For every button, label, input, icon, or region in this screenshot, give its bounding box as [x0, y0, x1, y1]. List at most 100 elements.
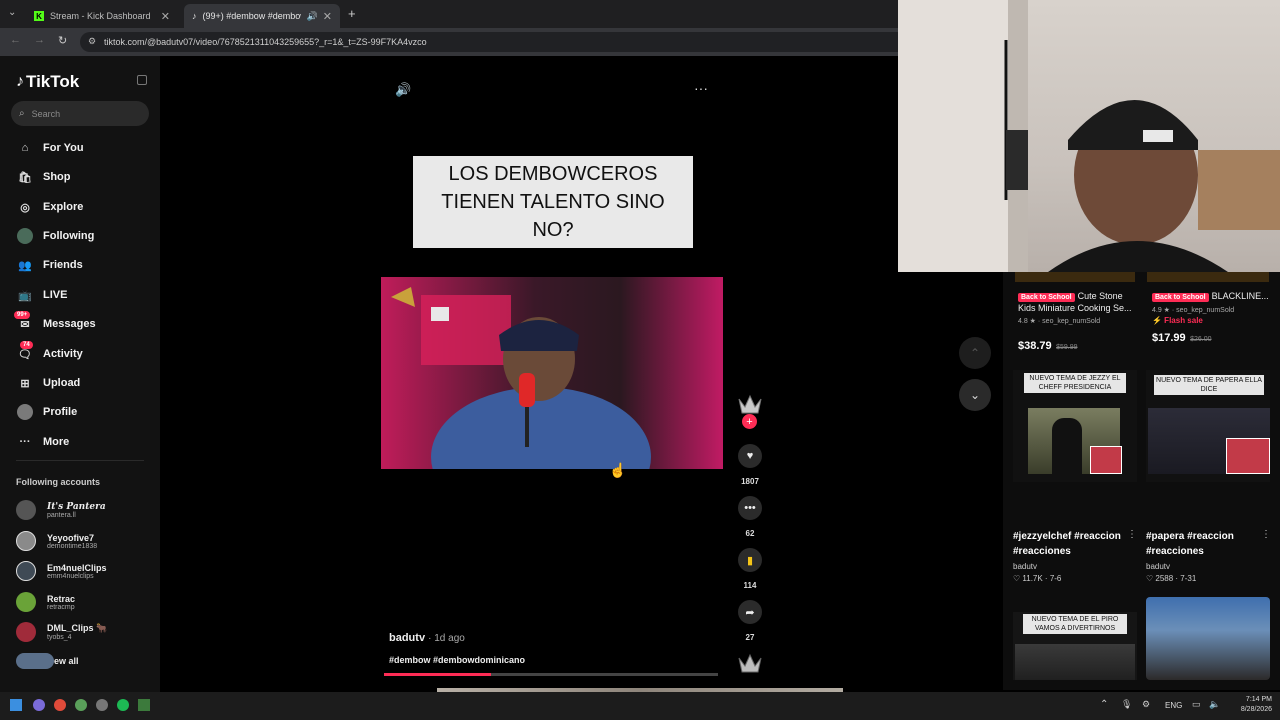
- tab-audio-icon[interactable]: 🔊: [307, 11, 318, 22]
- windows-start-icon[interactable]: [10, 699, 22, 711]
- clock[interactable]: 7:14 PM 8/28/2026: [1228, 695, 1272, 715]
- following-accounts-title: Following accounts: [16, 477, 101, 487]
- chrome-active-icon[interactable]: [75, 699, 87, 711]
- previous-video-button[interactable]: ⌃: [959, 337, 991, 369]
- taskbar-app-icon[interactable]: [138, 699, 150, 711]
- new-tab-button[interactable]: +: [348, 6, 356, 21]
- display-icon[interactable]: ▭: [1192, 699, 1201, 710]
- video-more-icon[interactable]: ⋮: [1127, 529, 1137, 540]
- sidebar-item-explore[interactable]: ◎ Explore: [16, 196, 83, 218]
- sound-disc[interactable]: [737, 652, 763, 676]
- product-title: Back to School Cute Stone Kids Miniature …: [1018, 291, 1132, 313]
- thumbnail-image: [1148, 408, 1270, 474]
- bookmark-icon: ▮: [746, 554, 754, 567]
- taskbar-app-icon[interactable]: [33, 699, 45, 711]
- messages-icon: ✉ 99+: [14, 310, 34, 331]
- product-card[interactable]: Back to School BLACKLINE... 4.9 ★ · seo_k…: [1152, 291, 1270, 346]
- sidebar-item-more[interactable]: ··· More: [16, 431, 70, 453]
- back-icon[interactable]: ←: [10, 34, 21, 46]
- thumbnail-caption: NUEVO TEMA DE JEZZY EL CHEFF PRESIDENCIA: [1024, 373, 1126, 393]
- more-options-icon[interactable]: ···: [694, 80, 708, 96]
- video-frame-art: [391, 287, 651, 469]
- sidebar-item-shop[interactable]: 🛍 Shop: [16, 166, 70, 188]
- product-rating: 4.9 ★ · seo_kep_numSold: [1152, 307, 1235, 314]
- site-info-icon[interactable]: ⚙: [88, 36, 96, 47]
- thumbnail-image: [1015, 644, 1135, 680]
- search-input[interactable]: ⌕ Search: [11, 101, 149, 126]
- video-thumbnail[interactable]: NUEVO TEMA DE EL PIRO VAMOS A DIVERTIRNO…: [1013, 612, 1137, 680]
- follow-plus-icon[interactable]: +: [742, 414, 757, 429]
- video-thumbnail[interactable]: NUEVO TEMA DE PAPERA ELLA DICE: [1146, 370, 1270, 482]
- profile-avatar-icon: [16, 404, 34, 420]
- video-progress-bar[interactable]: [384, 673, 718, 676]
- crown-logo-icon: [738, 653, 762, 673]
- following-account[interactable]: Retrac retracmp: [16, 592, 75, 612]
- sidebar-item-live[interactable]: 📺 LIVE: [16, 284, 67, 306]
- sidebar-item-following[interactable]: Following: [16, 225, 94, 247]
- chrome-icon[interactable]: [54, 699, 66, 711]
- close-tab-icon[interactable]: ✕: [161, 10, 170, 23]
- reload-icon[interactable]: ↻: [58, 34, 67, 47]
- activity-icon: 🗨 74: [18, 340, 33, 361]
- activity-badge: 74: [20, 340, 33, 349]
- spotify-icon[interactable]: [117, 699, 129, 711]
- author-name[interactable]: badutv: [389, 632, 425, 644]
- forward-icon[interactable]: →: [34, 34, 45, 46]
- sidebar-item-upload[interactable]: ⊞ Upload: [16, 372, 80, 394]
- video-player[interactable]: [381, 277, 723, 469]
- webcam-feed-image: [898, 0, 1280, 272]
- video-thumbnail[interactable]: NUEVO TEMA DE JEZZY EL CHEFF PRESIDENCIA: [1013, 370, 1137, 482]
- sidebar-item-for-you[interactable]: ⌂ For You: [16, 137, 84, 159]
- tiktok-logo[interactable]: ♪ TikTok: [16, 72, 79, 92]
- heart-icon: ♥: [746, 450, 754, 462]
- sidebar-item-friends[interactable]: 👥 Friends: [16, 254, 83, 276]
- next-video-button[interactable]: ⌄: [959, 379, 991, 411]
- home-icon: ⌂: [21, 142, 29, 154]
- video-progress-fill: [384, 673, 491, 676]
- video-stats: ♡ 2588 · 7-31: [1146, 574, 1197, 583]
- microphone-icon[interactable]: 🎙: [1121, 699, 1132, 710]
- collapse-sidebar-icon[interactable]: [137, 75, 147, 85]
- overlay-toggle-icon: [16, 653, 54, 669]
- creator-avatar[interactable]: +: [737, 393, 763, 429]
- following-account[interactable]: Em4nuelClips emm4nuelclips: [16, 561, 107, 581]
- see-all-link[interactable]: ew all: [16, 653, 79, 669]
- network-icon[interactable]: ⚙: [1142, 699, 1150, 710]
- video-thumbnail[interactable]: [1146, 597, 1270, 680]
- sidebar-item-activity[interactable]: 🗨 74 Activity: [16, 340, 83, 365]
- following-account[interactable]: It's Pantera pantera.ll: [16, 500, 106, 520]
- video-card-info[interactable]: #jezzyelchef #reaccion #reacciones badut…: [1013, 529, 1137, 583]
- language-indicator[interactable]: ENG: [1165, 701, 1182, 710]
- tab-tiktok-video[interactable]: ♪ (99+) #dembow #dembowd 🔊 ✕: [184, 4, 340, 28]
- speaker-icon[interactable]: 🔈: [1209, 699, 1220, 710]
- mouse-cursor-icon: ☝: [609, 462, 627, 478]
- following-account[interactable]: DML_Clips 🐂 tyobs_4: [16, 622, 107, 642]
- product-card[interactable]: Back to School Cute Stone Kids Miniature …: [1018, 291, 1136, 354]
- tiktok-sidebar: ♪ TikTok ⌕ Search ⌂ For You 🛍 Shop ◎ Explor…: [0, 56, 160, 692]
- like-button[interactable]: ♥: [738, 444, 762, 468]
- volume-icon[interactable]: 🔊: [395, 82, 411, 98]
- video-hashtags[interactable]: #dembow #dembowdominicano: [389, 655, 525, 665]
- product-thumb[interactable]: [1147, 272, 1269, 282]
- tab-list-icon[interactable]: ⌄: [8, 7, 16, 18]
- product-thumb[interactable]: [1015, 272, 1135, 282]
- tray-expand-icon[interactable]: ⌃: [1100, 699, 1108, 710]
- taskbar: ⌃ 🎙 ⚙ ENG ▭ 🔈 7:14 PM 8/28/2026: [0, 692, 1280, 720]
- save-button[interactable]: ▮: [738, 548, 762, 572]
- share-button[interactable]: ➦: [738, 600, 762, 624]
- live-tv-icon: 📺: [18, 289, 32, 302]
- following-account[interactable]: Yeyoofive7 demontime1838: [16, 531, 97, 551]
- comment-button[interactable]: •••: [738, 496, 762, 520]
- browser-tab-bar: ⌄ K Stream - Kick Dashboard ✕ ♪ (99+) #d…: [0, 0, 898, 28]
- close-tab-icon[interactable]: ✕: [323, 10, 332, 23]
- obs-icon[interactable]: [96, 699, 108, 711]
- tab-kick-dashboard[interactable]: K Stream - Kick Dashboard ✕: [26, 4, 178, 28]
- video-caption-overlay: LOS DEMBOWCEROS TIENEN TALENTO SINO NO?: [413, 156, 693, 248]
- address-bar[interactable]: ⚙ tiktok.com/@badutv07/video/76785213110…: [80, 32, 898, 52]
- video-more-icon[interactable]: ⋮: [1261, 529, 1271, 540]
- chevron-down-icon: ⌄: [969, 388, 981, 402]
- upload-plus-icon: ⊞: [20, 377, 30, 390]
- sidebar-item-messages[interactable]: ✉ 99+ Messages: [14, 310, 96, 335]
- sidebar-item-profile[interactable]: Profile: [16, 401, 77, 423]
- video-card-info[interactable]: #papera #reaccion #reacciones badutv ♡ 2…: [1146, 529, 1270, 583]
